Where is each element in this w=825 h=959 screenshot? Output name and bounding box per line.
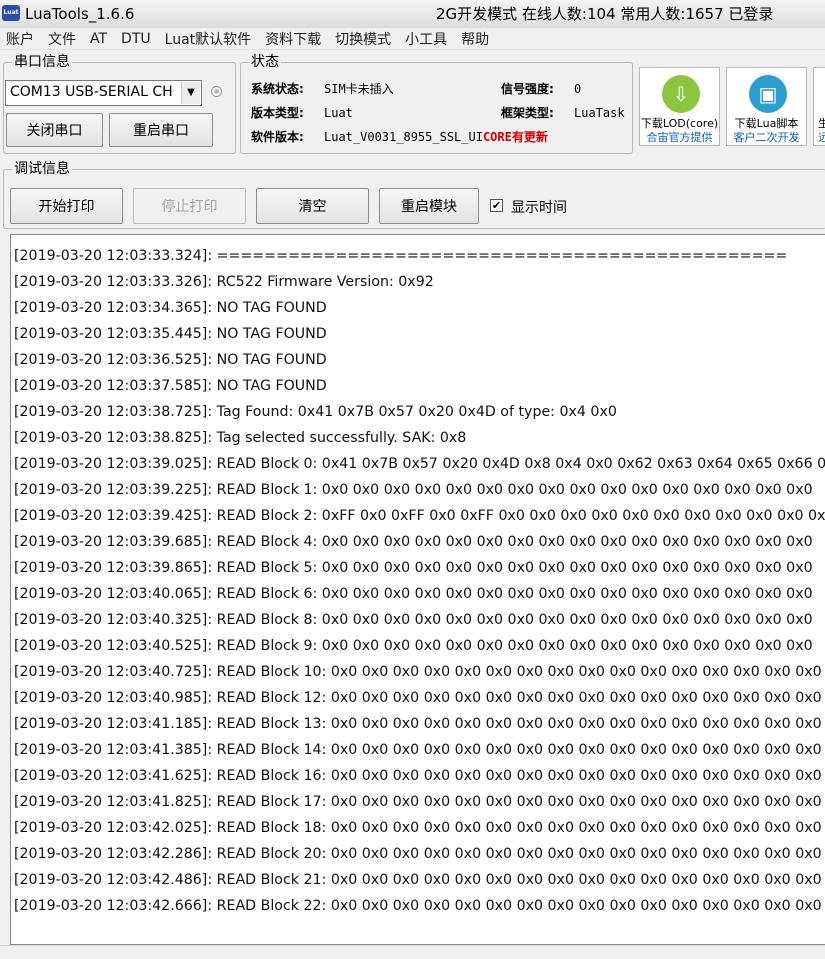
log-line: [2019-03-20 12:03:39.425]: READ Block 2:…	[14, 508, 825, 524]
log-line: [2019-03-20 12:03:39.225]: READ Block 1:…	[14, 482, 813, 498]
app-logo-icon: Luat	[2, 5, 20, 21]
status-strip	[0, 945, 825, 959]
download-lod-tile[interactable]: ⇩ 下载LOD(core) 合宙官方提供	[639, 67, 720, 146]
signal-strength-value: 0	[574, 82, 582, 96]
window-title: LuaTools_1.6.6	[25, 5, 135, 23]
software-version-label: 软件版本:	[251, 130, 304, 144]
version-type-value: Luat	[324, 106, 353, 120]
show-time-label[interactable]: 显示时间	[511, 197, 567, 217]
status-group-label: 状态	[249, 54, 281, 70]
chevron-down-icon[interactable]: ▼	[181, 82, 200, 104]
menu-resource-download[interactable]: 资料下载	[265, 29, 321, 49]
partial-tool-tile[interactable]: 生 远	[813, 67, 825, 146]
log-line: [2019-03-20 12:03:40.065]: READ Block 6:…	[14, 586, 813, 602]
menu-at[interactable]: AT	[90, 31, 107, 47]
download-arrow-icon: ⇩	[662, 75, 700, 113]
menu-account[interactable]: 账户	[6, 29, 34, 49]
core-update-notice[interactable]: CORE有更新	[483, 130, 548, 144]
version-type-label: 版本类型:	[251, 106, 304, 120]
menu-tools[interactable]: 小工具	[405, 29, 447, 49]
system-status-value: SIM卡未插入	[324, 82, 394, 96]
restart-port-button[interactable]: 重启串口	[109, 113, 213, 147]
menu-file[interactable]: 文件	[48, 29, 76, 49]
log-line: [2019-03-20 12:03:42.025]: READ Block 18…	[14, 820, 822, 836]
log-line: [2019-03-20 12:03:37.585]: NO TAG FOUND	[14, 378, 327, 394]
serial-port-group-label: 串口信息	[12, 54, 72, 70]
log-line: [2019-03-20 12:03:41.385]: READ Block 14…	[14, 742, 822, 758]
menu-switch-mode[interactable]: 切换模式	[335, 29, 391, 49]
script-download-icon: ▣	[749, 75, 787, 113]
log-line: [2019-03-20 12:03:34.365]: NO TAG FOUND	[14, 300, 327, 316]
menu-bar: 账户 文件 AT DTU Luat默认软件 资料下载 切换模式 小工具 帮助	[0, 28, 825, 50]
download-lua-script-sublabel: 客户二次开发	[733, 131, 800, 144]
log-line: [2019-03-20 12:03:41.625]: READ Block 16…	[14, 768, 822, 784]
port-select[interactable]: COM13 USB-SERIAL CH ▼	[5, 80, 202, 106]
menu-help[interactable]: 帮助	[461, 29, 489, 49]
start-print-button[interactable]: 开始打印	[10, 188, 123, 224]
log-line: [2019-03-20 12:03:38.825]: Tag selected …	[14, 430, 467, 446]
menu-dtu[interactable]: DTU	[121, 31, 151, 47]
log-line: [2019-03-20 12:03:39.025]: READ Block 0:…	[14, 456, 825, 472]
log-line: [2019-03-20 12:03:39.685]: READ Block 4:…	[14, 534, 813, 550]
log-line: [2019-03-20 12:03:40.525]: READ Block 9:…	[14, 638, 813, 654]
log-line: [2019-03-20 12:03:42.666]: READ Block 22…	[14, 898, 822, 914]
port-select-value: COM13 USB-SERIAL CH	[10, 84, 173, 100]
title-bar[interactable]: Luat LuaTools_1.6.6 2G开发模式 在线人数:104 常用人数…	[0, 0, 825, 29]
restart-module-button[interactable]: 重启模块	[379, 188, 479, 224]
software-version-value: Luat_V0031_8955_SSL_UICORE有更新	[324, 130, 548, 144]
log-line: [2019-03-20 12:03:42.286]: READ Block 20…	[14, 846, 822, 862]
clear-button[interactable]: 清空	[256, 188, 369, 224]
log-line: [2019-03-20 12:03:35.445]: NO TAG FOUND	[14, 326, 327, 342]
log-line: [2019-03-20 12:03:40.325]: READ Block 8:…	[14, 612, 813, 628]
log-line: [2019-03-20 12:03:42.486]: READ Block 21…	[14, 872, 822, 888]
log-line: [2019-03-20 12:03:40.725]: READ Block 10…	[14, 664, 822, 680]
download-lua-script-tile[interactable]: ▣ 下载Lua脚本 客户二次开发	[726, 67, 807, 146]
online-status-text: 2G开发模式 在线人数:104 常用人数:1657 已登录	[436, 5, 774, 23]
log-line: [2019-03-20 12:03:33.326]: RC522 Firmwar…	[14, 274, 434, 290]
log-line: [2019-03-20 12:03:38.725]: Tag Found: 0x…	[14, 404, 617, 420]
menu-luat-default-software[interactable]: Luat默认软件	[165, 29, 252, 49]
log-line: [2019-03-20 12:03:33.324]: =============…	[14, 248, 788, 264]
framework-type-value: LuaTask	[574, 106, 625, 120]
close-port-button[interactable]: 关闭串口	[6, 113, 103, 147]
log-line: [2019-03-20 12:03:41.185]: READ Block 13…	[14, 716, 822, 732]
signal-strength-label: 信号强度:	[501, 82, 554, 96]
download-lod-sublabel: 合宙官方提供	[646, 131, 713, 144]
log-line: [2019-03-20 12:03:39.865]: READ Block 5:…	[14, 560, 813, 576]
log-line: [2019-03-20 12:03:40.985]: READ Block 12…	[14, 690, 822, 706]
framework-type-label: 框架类型:	[501, 106, 554, 120]
log-line: [2019-03-20 12:03:41.825]: READ Block 17…	[14, 794, 822, 810]
port-status-radio-icon	[211, 86, 222, 97]
stop-print-button[interactable]: 停止打印	[133, 188, 246, 224]
show-time-checkbox[interactable]: ✔	[490, 199, 503, 212]
log-line: [2019-03-20 12:03:36.525]: NO TAG FOUND	[14, 352, 327, 368]
system-status-label: 系统状态:	[251, 82, 304, 96]
software-version-text: Luat_V0031_8955_SSL_UI	[324, 130, 483, 144]
log-output[interactable]: [2019-03-20 12:03:33.324]: =============…	[10, 234, 825, 945]
debug-group-label: 调试信息	[12, 161, 72, 177]
partial-tool-sublabel: 远	[818, 129, 825, 145]
